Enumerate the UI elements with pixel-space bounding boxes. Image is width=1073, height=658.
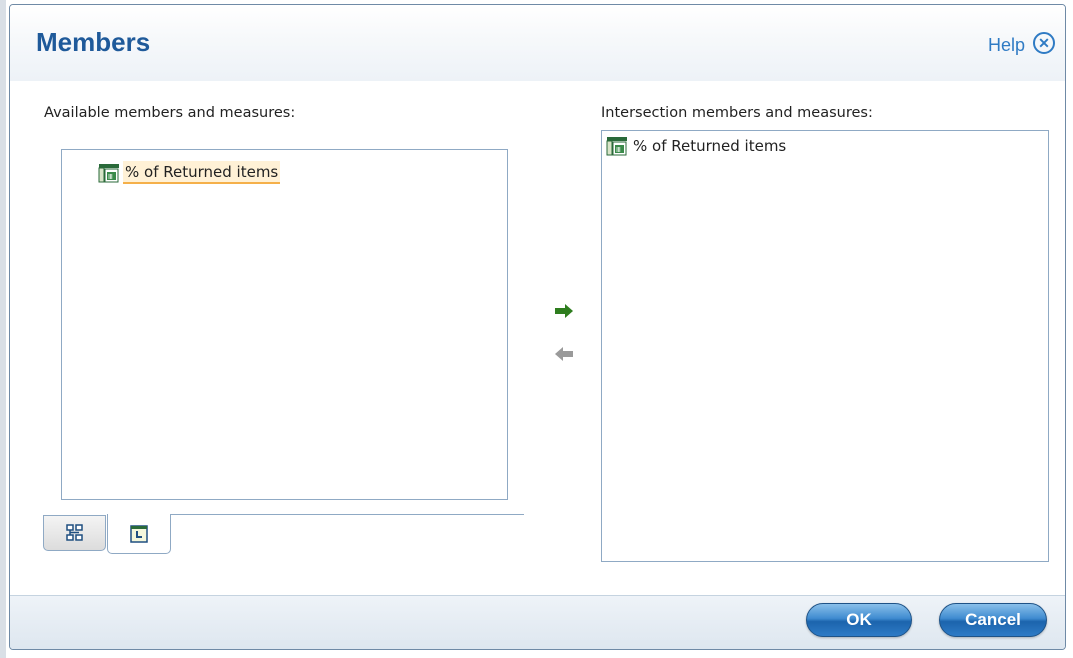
tab-measures[interactable]	[107, 514, 171, 554]
intersection-list[interactable]: Ⅲ % of Returned items	[601, 130, 1049, 562]
help-link[interactable]: Help	[988, 35, 1025, 56]
ok-button[interactable]: OK	[806, 603, 912, 637]
list-item-label: % of Returned items	[633, 137, 787, 155]
tab-baseline	[170, 514, 524, 515]
intersection-label: Intersection members and measures:	[601, 105, 873, 121]
svg-text:Ⅲ: Ⅲ	[108, 173, 113, 181]
list-item[interactable]: Ⅲ % of Returned items	[606, 135, 788, 156]
hierarchy-icon	[65, 524, 83, 541]
measure-list-icon	[130, 524, 148, 543]
arrow-left-icon[interactable]	[553, 346, 575, 362]
close-icon[interactable]: ✕	[1033, 32, 1055, 54]
available-list[interactable]: Ⅲ % of Returned items	[61, 149, 508, 500]
title-bar: Members Help ✕	[10, 5, 1065, 81]
cancel-button[interactable]: Cancel	[939, 603, 1047, 637]
members-dialog: Members Help ✕ Available members and mea…	[9, 4, 1066, 650]
list-item-label: % of Returned items	[123, 161, 281, 184]
list-item[interactable]: Ⅲ % of Returned items	[98, 161, 281, 184]
tab-hierarchy[interactable]	[43, 515, 106, 551]
dialog-title: Members	[36, 27, 151, 57]
arrow-right-icon[interactable]	[553, 303, 575, 319]
backdrop	[0, 0, 6, 658]
measure-icon: Ⅲ	[98, 163, 119, 182]
available-label: Available members and measures:	[44, 105, 296, 121]
svg-text:Ⅲ: Ⅲ	[616, 146, 621, 154]
measure-icon: Ⅲ	[606, 136, 627, 155]
